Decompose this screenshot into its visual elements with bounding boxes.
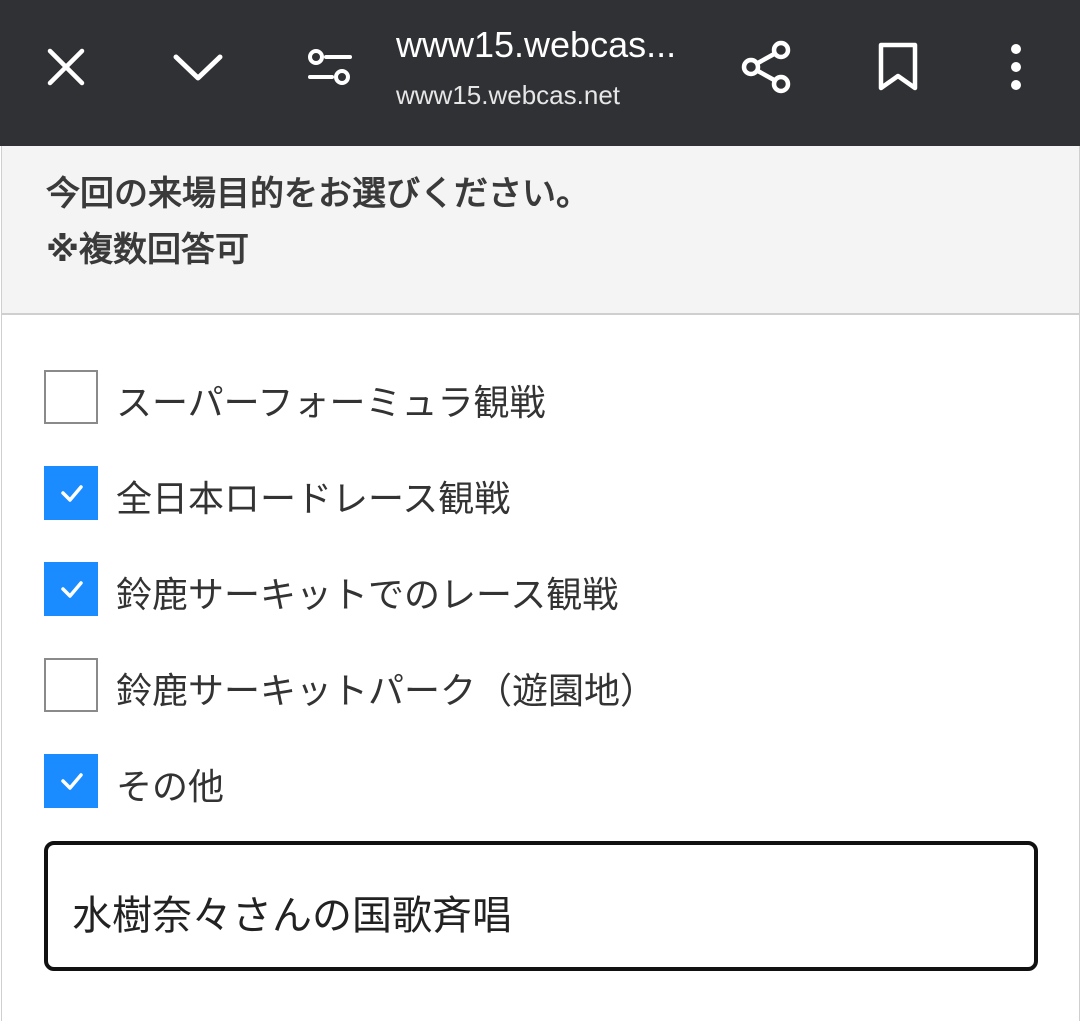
browser-toolbar: www15.webcas... www15.webcas.net — [0, 0, 1080, 146]
check-icon — [61, 485, 83, 502]
url-text: www15.webcas.net — [396, 80, 620, 110]
option-label: 鈴鹿サーキットパーク（遊園地） — [116, 671, 657, 712]
question-header: 今回の来場目的をお選びください。 ※複数回答可 — [1, 146, 1080, 315]
option-suzuka-race[interactable]: 鈴鹿サーキットでのレース観戦 — [44, 562, 844, 618]
check-icon — [61, 581, 83, 598]
option-suzuka-park[interactable]: 鈴鹿サーキットパーク（遊園地） — [44, 658, 844, 714]
option-other[interactable]: その他 — [44, 754, 844, 810]
address-block[interactable]: www15.webcas... www15.webcas.net — [396, 22, 706, 113]
checkbox-checked[interactable] — [44, 562, 98, 616]
question-note: ※複数回答可 — [46, 230, 250, 270]
share-icon[interactable] — [730, 31, 802, 103]
checkbox[interactable] — [44, 658, 98, 712]
answer-options: スーパーフォーミュラ観戦 全日本ロードレース観戦 鈴鹿サーキットでのレース観戦 … — [1, 315, 1080, 1021]
option-label: その他 — [116, 767, 225, 808]
other-input-value: 水樹奈々さんの国歌斉唱 — [72, 893, 512, 939]
page-title: www15.webcas... — [396, 24, 677, 65]
option-label: スーパーフォーミュラ観戦 — [116, 383, 546, 424]
tune-icon[interactable] — [294, 31, 366, 103]
checkbox-checked[interactable] — [44, 466, 98, 520]
close-icon[interactable] — [30, 31, 102, 103]
option-all-japan-road-race[interactable]: 全日本ロードレース観戦 — [44, 466, 844, 522]
bookmark-icon[interactable] — [862, 31, 934, 103]
more-vert-icon[interactable] — [980, 31, 1052, 103]
checkbox[interactable] — [44, 370, 98, 424]
other-text-input[interactable]: 水樹奈々さんの国歌斉唱 — [44, 841, 1038, 971]
check-icon — [61, 773, 83, 790]
chevron-down-icon[interactable] — [162, 31, 234, 103]
option-label: 鈴鹿サーキットでのレース観戦 — [116, 575, 619, 616]
option-label: 全日本ロードレース観戦 — [116, 479, 511, 520]
checkbox-checked[interactable] — [44, 754, 98, 808]
question-text: 今回の来場目的をお選びください。 — [46, 174, 590, 214]
option-super-formula[interactable]: スーパーフォーミュラ観戦 — [44, 370, 844, 426]
